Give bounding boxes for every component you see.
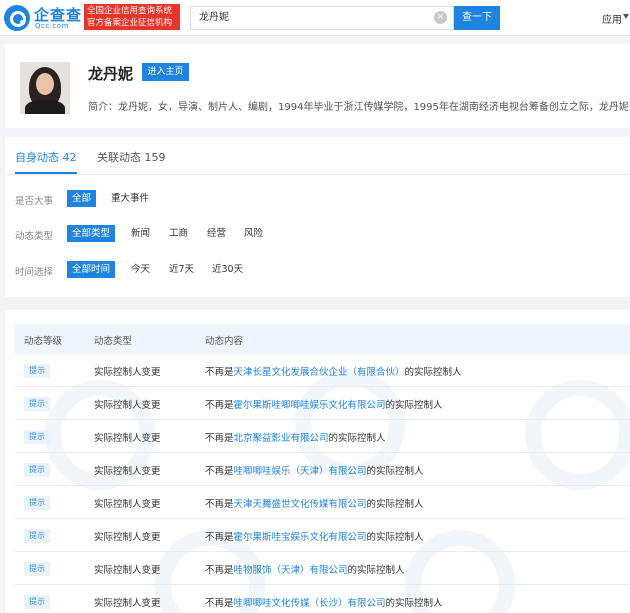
- dynamic-content: 不再是哇唧唧哇文化传媒（长沙）有限公司的实际控制人: [205, 595, 443, 609]
- filter-type-all[interactable]: 全部类型: [67, 225, 116, 242]
- header-level: 动态等级: [24, 336, 63, 347]
- logo-magnifier-icon: [4, 5, 30, 31]
- dynamic-content: 不再是哇物服饰（天津）有限公司的实际控制人: [205, 562, 405, 576]
- dynamic-content: 不再是哇唧唧哇娱乐（天津）有限公司的实际控制人: [205, 463, 424, 477]
- content-suffix: 的实际控制人: [347, 565, 405, 576]
- top-header: 企查查 Qcc.com 全国企业信用查询系统 官方备案企业征信机构 龙丹妮 × …: [0, 0, 630, 36]
- content-suffix: 的实际控制人: [366, 466, 424, 477]
- profile-card: 龙丹妮 进入主页 简介：龙丹妮，女，导演、制片人、编剧，1994年毕业于浙江传媒…: [5, 44, 630, 128]
- level-badge: 提示: [24, 529, 50, 543]
- content-suffix: 的实际控制人: [328, 433, 386, 444]
- company-link[interactable]: 霍尔果斯哇宝娱乐文化有限公司: [234, 532, 367, 543]
- dynamic-tabs: 自身动态 42 关联动态 159: [5, 137, 630, 175]
- dynamic-type: 实际控制人变更: [94, 433, 161, 444]
- level-badge: 提示: [24, 364, 50, 378]
- person-intro: 简介：龙丹妮，女，导演、制片人、编剧，1994年毕业于浙江传媒学院，1995年在…: [88, 102, 628, 113]
- qcc-logo[interactable]: 企查查 Qcc.com: [4, 4, 84, 32]
- table-row: 提示 实际控制人变更 不再是霍尔果斯哇宝娱乐文化有限公司的实际控制人: [15, 519, 630, 552]
- level-badge: 提示: [24, 562, 50, 576]
- content-prefix: 不再是: [205, 532, 234, 543]
- company-link[interactable]: 霍尔果斯哇唧唧哇娱乐文化有限公司: [234, 400, 386, 411]
- level-badge: 提示: [24, 463, 50, 477]
- filter-panel: 自身动态 42 关联动态 159 是否大事 全部 重大事件 动态类型 全部类型 …: [5, 137, 630, 297]
- tab-related-dynamics[interactable]: 关联动态 159: [97, 149, 166, 165]
- clear-icon[interactable]: ×: [434, 11, 447, 24]
- filter-label-time: 时间选择: [15, 267, 54, 278]
- search-button[interactable]: 查一下: [454, 6, 500, 30]
- content-prefix: 不再是: [205, 565, 234, 576]
- content-prefix: 不再是: [205, 466, 234, 477]
- filter-type-risk[interactable]: 风险: [239, 225, 268, 242]
- filter-major-all[interactable]: 全部: [67, 190, 97, 207]
- table-header: 动态等级 动态类型 动态内容: [15, 324, 630, 354]
- dynamic-content: 不再是天津天舞盛世文化传媒有限公司的实际控制人: [205, 496, 424, 510]
- company-link[interactable]: 哇物服饰（天津）有限公司: [234, 565, 348, 576]
- table-row: 提示 实际控制人变更 不再是天津长星文化发展合伙企业（有限合伙）的实际控制人: [15, 354, 630, 387]
- filter-time-all[interactable]: 全部时间: [67, 261, 116, 278]
- filter-time-7days[interactable]: 近7天: [164, 261, 199, 278]
- dynamic-content: 不再是霍尔果斯哇唧唧哇娱乐文化有限公司的实际控制人: [205, 397, 443, 411]
- table-row: 提示 实际控制人变更 不再是哇物服饰（天津）有限公司的实际控制人: [15, 552, 630, 585]
- filter-type-business[interactable]: 工商: [164, 225, 193, 242]
- dynamics-table: 动态等级 动态类型 动态内容 提示 实际控制人变更 不再是天津长星文化发展合伙企业（…: [5, 310, 630, 613]
- dynamic-type: 实际控制人变更: [94, 367, 161, 378]
- content-prefix: 不再是: [205, 400, 234, 411]
- level-badge: 提示: [24, 496, 50, 510]
- enter-homepage-button[interactable]: 进入主页: [142, 63, 189, 81]
- filter-time-30days[interactable]: 近30天: [207, 261, 248, 278]
- slogan-line: 官方备案企业征信机构: [87, 18, 173, 28]
- filter-label-major: 是否大事: [15, 196, 54, 207]
- company-link[interactable]: 哇唧唧哇娱乐（天津）有限公司: [234, 466, 367, 477]
- filter-type-operation[interactable]: 经营: [202, 225, 231, 242]
- dynamic-type: 实际控制人变更: [94, 466, 161, 477]
- dynamic-content: 不再是天津长星文化发展合伙企业（有限合伙）的实际控制人: [205, 364, 462, 378]
- filter-type-news[interactable]: 新闻: [126, 225, 155, 242]
- dynamic-content: 不再是北京聚益影业有限公司的实际控制人: [205, 430, 386, 444]
- dynamic-type: 实际控制人变更: [94, 499, 161, 510]
- dynamic-type: 实际控制人变更: [94, 400, 161, 411]
- content-suffix: 的实际控制人: [404, 367, 462, 378]
- level-badge: 提示: [24, 397, 50, 411]
- company-link[interactable]: 天津天舞盛世文化传媒有限公司: [234, 499, 367, 510]
- level-badge: 提示: [24, 595, 50, 609]
- content-prefix: 不再是: [205, 433, 234, 444]
- person-name: 龙丹妮: [88, 65, 134, 83]
- table-row: 提示 实际控制人变更 不再是哇唧唧哇娱乐（天津）有限公司的实际控制人: [15, 453, 630, 486]
- content-suffix: 的实际控制人: [385, 598, 443, 609]
- content-suffix: 的实际控制人: [366, 532, 424, 543]
- company-link[interactable]: 北京聚益影业有限公司: [234, 433, 329, 444]
- content-prefix: 不再是: [205, 598, 234, 609]
- filter-label-type: 动态类型: [15, 231, 54, 242]
- filter-major-events[interactable]: 重大事件: [106, 190, 154, 207]
- slogan-banner: 全国企业信用查询系统 官方备案企业征信机构: [84, 4, 180, 30]
- dynamic-content: 不再是霍尔果斯哇宝娱乐文化有限公司的实际控制人: [205, 529, 424, 543]
- apps-menu[interactable]: 应用: [602, 11, 622, 26]
- content-suffix: 的实际控制人: [385, 400, 443, 411]
- search-input[interactable]: 龙丹妮: [190, 6, 454, 30]
- table-row: 提示 实际控制人变更 不再是霍尔果斯哇唧唧哇娱乐文化有限公司的实际控制人: [15, 387, 630, 420]
- company-link[interactable]: 哇唧唧哇文化传媒（长沙）有限公司: [234, 598, 386, 609]
- filter-time-today[interactable]: 今天: [126, 261, 155, 278]
- table-row: 提示 实际控制人变更 不再是哇唧唧哇文化传媒（长沙）有限公司的实际控制人: [15, 585, 630, 613]
- table-row: 提示 实际控制人变更 不再是北京聚益影业有限公司的实际控制人: [15, 420, 630, 453]
- caret-down-icon[interactable]: [623, 14, 629, 19]
- avatar: [20, 62, 70, 114]
- content-suffix: 的实际控制人: [366, 499, 424, 510]
- dynamic-type: 实际控制人变更: [94, 598, 161, 609]
- dynamic-type: 实际控制人变更: [94, 565, 161, 576]
- slogan-line: 全国企业信用查询系统: [87, 6, 173, 16]
- company-link[interactable]: 天津长星文化发展合伙企业（有限合伙）: [234, 367, 405, 378]
- logo-domain: Qcc.com: [35, 22, 69, 30]
- header-type: 动态类型: [94, 336, 133, 347]
- table-row: 提示 实际控制人变更 不再是天津天舞盛世文化传媒有限公司的实际控制人: [15, 486, 630, 519]
- active-tab-indicator: [15, 172, 77, 174]
- content-prefix: 不再是: [205, 367, 234, 378]
- level-badge: 提示: [24, 430, 50, 444]
- header-content: 动态内容: [205, 336, 244, 347]
- content-prefix: 不再是: [205, 499, 234, 510]
- dynamic-type: 实际控制人变更: [94, 532, 161, 543]
- tab-own-dynamics[interactable]: 自身动态 42: [15, 149, 77, 165]
